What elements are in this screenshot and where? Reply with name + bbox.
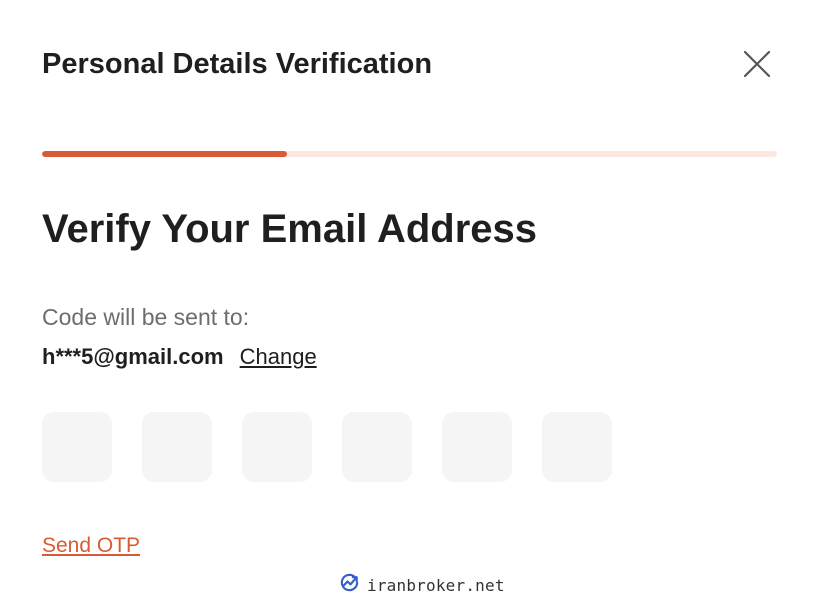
otp-digit-1[interactable] bbox=[42, 412, 112, 482]
progress-fill bbox=[42, 151, 287, 157]
watermark-text: iranbroker.net bbox=[367, 575, 505, 595]
close-button[interactable] bbox=[738, 45, 776, 83]
verification-modal: Personal Details Verification Verify You… bbox=[0, 0, 813, 600]
otp-digit-3[interactable] bbox=[242, 412, 312, 482]
progress-bar bbox=[42, 151, 777, 157]
email-value: h***5@gmail.com bbox=[42, 344, 224, 369]
close-icon bbox=[738, 45, 776, 83]
otp-input-group bbox=[42, 412, 612, 482]
trend-chart-icon bbox=[338, 571, 361, 599]
sent-to-label: Code will be sent to: bbox=[42, 304, 250, 330]
page-heading: Verify Your Email Address bbox=[42, 207, 538, 251]
otp-digit-4[interactable] bbox=[342, 412, 412, 482]
change-email-link[interactable]: Change bbox=[240, 344, 317, 370]
otp-digit-6[interactable] bbox=[542, 412, 612, 482]
otp-digit-5[interactable] bbox=[442, 412, 512, 482]
send-otp-link[interactable]: Send OTP bbox=[42, 534, 140, 558]
watermark: iranbroker.net bbox=[338, 571, 505, 599]
email-row: h***5@gmail.com Change bbox=[42, 344, 317, 370]
modal-title: Personal Details Verification bbox=[42, 48, 433, 80]
otp-digit-2[interactable] bbox=[142, 412, 212, 482]
